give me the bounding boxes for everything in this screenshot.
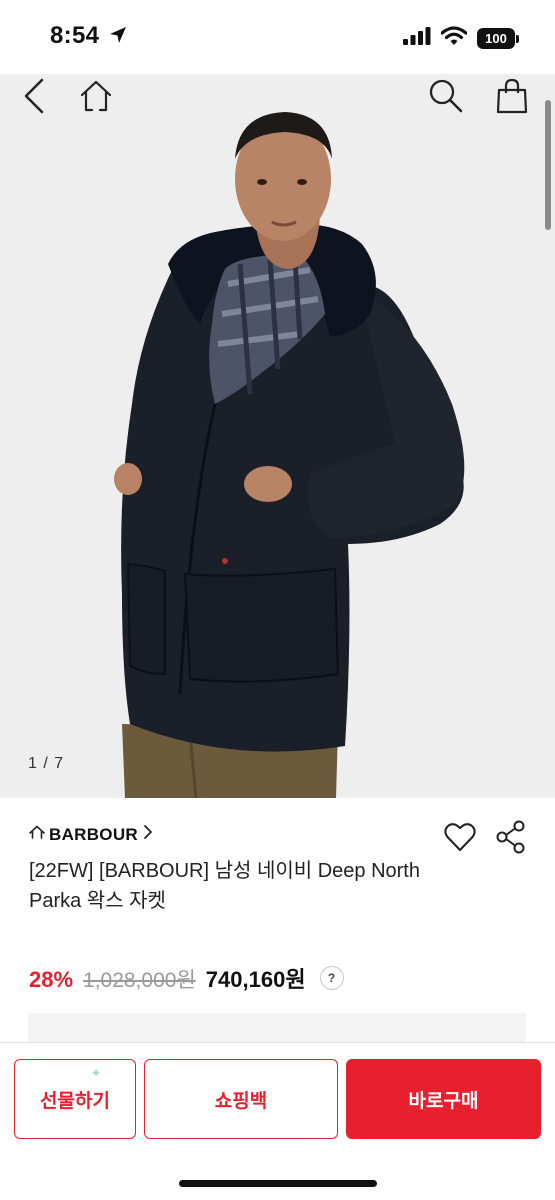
product-photo	[114, 112, 465, 798]
search-button[interactable]	[424, 76, 468, 120]
search-icon	[428, 78, 464, 119]
status-indicators: 100	[403, 26, 519, 51]
gift-button-label: 선물하기	[40, 1090, 110, 1112]
price-row: 28% 1,028,000원 740,160원 ?	[29, 962, 344, 994]
wishlist-button[interactable]	[444, 822, 476, 857]
home-icon	[79, 79, 113, 118]
original-price: 1,028,000원	[83, 969, 196, 992]
home-indicator[interactable]	[179, 1180, 377, 1187]
final-price: 740,160원	[205, 967, 306, 992]
buy-now-label: 바로구매	[408, 1090, 479, 1112]
shopping-bag-icon	[496, 78, 528, 119]
gift-button[interactable]: ✦ 선물하기	[14, 1059, 136, 1139]
chevron-left-icon	[22, 78, 46, 119]
product-image-gallery[interactable]: 1 / 7	[0, 74, 555, 798]
product-title: [22FW] [BARBOUR] 남성 네이비 Deep North Parka…	[29, 860, 420, 912]
battery-level: 100	[477, 28, 515, 49]
heart-icon	[444, 823, 476, 856]
share-icon	[496, 820, 526, 858]
brand-home-icon	[29, 825, 45, 844]
home-button[interactable]	[74, 76, 118, 120]
wifi-icon	[440, 26, 468, 51]
price-help-icon[interactable]: ?	[319, 966, 344, 990]
status-time: 8:54	[50, 22, 100, 49]
buy-now-button[interactable]: 바로구매	[346, 1059, 541, 1139]
brand-name: BARBOUR	[49, 824, 138, 844]
battery-icon: 100	[477, 28, 519, 49]
shopping-bag-button[interactable]	[490, 76, 534, 120]
location-arrow-icon	[108, 25, 128, 50]
add-to-bag-button[interactable]: 쇼핑백	[144, 1059, 338, 1139]
back-button[interactable]	[12, 76, 56, 120]
bottom-action-bar: ✦ 선물하기 쇼핑백 바로구매	[0, 1042, 555, 1200]
add-to-bag-label: 쇼핑백	[214, 1090, 268, 1112]
scrollbar[interactable]	[545, 100, 551, 230]
brand-link[interactable]: BARBOUR	[29, 824, 154, 845]
status-bar: 8:54 100	[0, 0, 555, 74]
sparkle-icon: ✦	[90, 1066, 101, 1080]
discount-rate: 28%	[29, 967, 74, 992]
chevron-right-icon	[142, 824, 154, 845]
image-page-indicator: 1 / 7	[28, 755, 65, 772]
cellular-signal-icon	[403, 27, 431, 50]
share-button[interactable]	[496, 820, 526, 859]
